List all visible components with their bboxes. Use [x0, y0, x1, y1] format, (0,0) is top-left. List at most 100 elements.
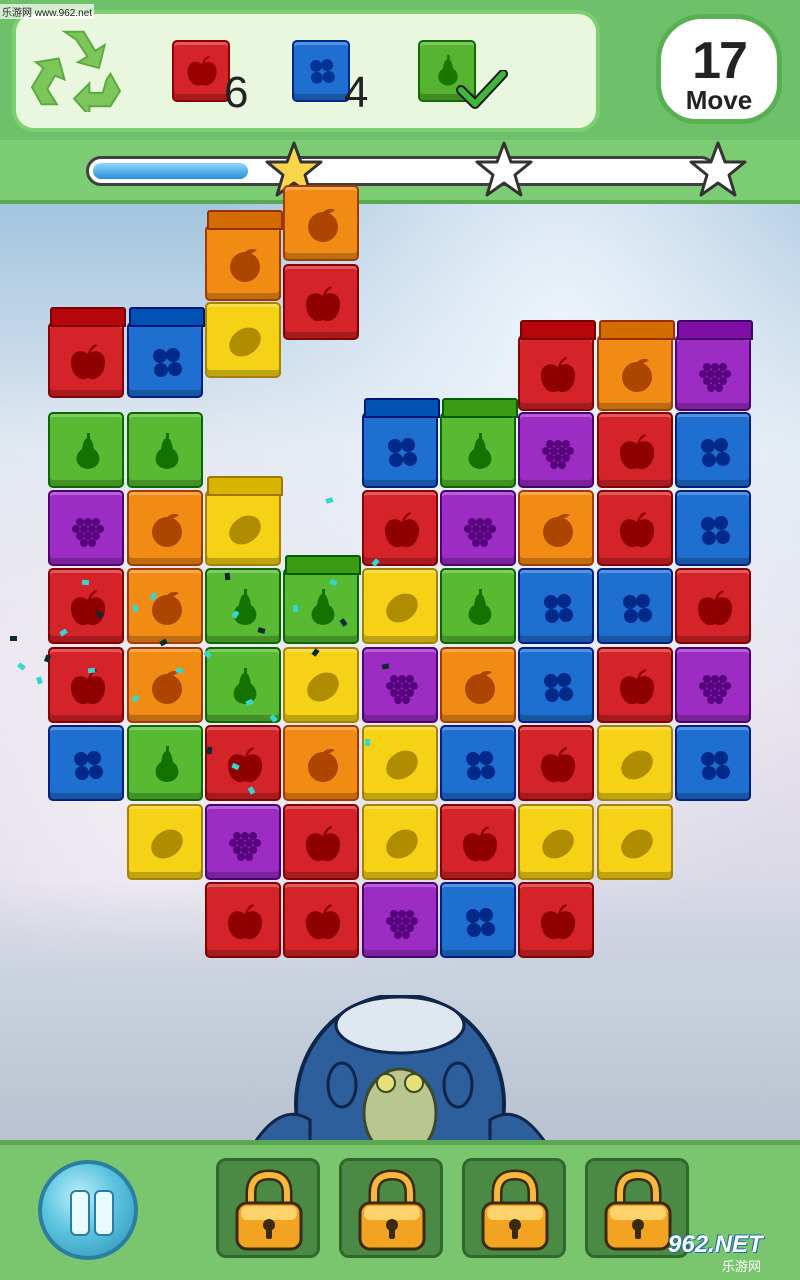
orange-icon [308, 208, 338, 242]
fruit-tile-orange[interactable] [127, 490, 203, 566]
apple-icon [462, 826, 498, 862]
fruit-tile-apple[interactable] [205, 882, 281, 958]
booster-slot-locked[interactable] [339, 1158, 443, 1258]
blueberry-icon [388, 438, 417, 467]
booster-slot-locked[interactable] [462, 1158, 566, 1258]
fruit-tile-orange[interactable] [127, 647, 203, 723]
fruit-tile-lemon[interactable] [597, 804, 673, 880]
blueberry-icon [701, 751, 730, 780]
fruit-tile-apple[interactable] [675, 568, 751, 644]
fruit-tile-blueberry[interactable] [597, 568, 673, 644]
fruit-tile-blueberry[interactable] [48, 725, 124, 801]
fruit-tile-apple[interactable] [48, 647, 124, 723]
site-watermark: 乐游网 www.962.net [0, 4, 95, 19]
fruit-tile-lemon[interactable] [362, 804, 438, 880]
fruit-tile-lemon[interactable] [518, 804, 594, 880]
fruit-tile-grape[interactable] [48, 490, 124, 566]
fruit-tile-lemon[interactable] [362, 725, 438, 801]
fruit-tile-orange[interactable] [127, 568, 203, 644]
fruit-tile-blueberry[interactable] [675, 490, 751, 566]
moves-counter: 17 Move [656, 14, 782, 124]
fruit-tile-grape[interactable] [518, 412, 594, 488]
fruit-tile-orange[interactable] [205, 225, 281, 301]
sparkle-particle [10, 636, 17, 641]
lemon-icon [621, 829, 653, 859]
blueberry-icon [701, 438, 730, 467]
fruit-tile-orange[interactable] [283, 725, 359, 801]
fruit-tile-grape[interactable] [362, 647, 438, 723]
orange-icon [622, 358, 652, 392]
fruit-tile-pear[interactable] [127, 412, 203, 488]
fruit-tile-apple[interactable] [362, 490, 438, 566]
progress-star-icon [475, 141, 533, 197]
fruit-tile-pear[interactable] [205, 568, 281, 644]
apple-icon [619, 434, 655, 470]
blueberry-icon [544, 673, 573, 702]
fruit-tile-apple[interactable] [597, 647, 673, 723]
fruit-tile-apple[interactable] [283, 804, 359, 880]
fruit-tile-pear[interactable] [440, 568, 516, 644]
fruit-tile-lemon[interactable] [597, 725, 673, 801]
fruit-tile-apple[interactable] [597, 412, 673, 488]
fruit-tile-orange[interactable] [597, 335, 673, 411]
padlock-icon [358, 1169, 426, 1251]
blueberry-icon [466, 908, 495, 937]
fruit-tile-apple[interactable] [518, 882, 594, 958]
orange-icon [465, 670, 495, 704]
fruit-tile-grape[interactable] [362, 882, 438, 958]
fruit-tile-apple[interactable] [283, 264, 359, 340]
fruit-tile-apple[interactable] [597, 490, 673, 566]
fruit-tile-orange[interactable] [440, 647, 516, 723]
fruit-tile-blueberry[interactable] [675, 412, 751, 488]
orange-icon [230, 248, 260, 282]
apple-icon [305, 826, 341, 862]
apple-icon [305, 904, 341, 940]
fruit-tile-blueberry[interactable] [127, 322, 203, 398]
fruit-tile-blueberry[interactable] [440, 725, 516, 801]
grape-icon [72, 518, 104, 547]
apple-icon [540, 747, 576, 783]
tile-lid [285, 555, 361, 575]
apple-icon [619, 669, 655, 705]
orange-icon [308, 748, 338, 782]
tile-lid [364, 398, 440, 418]
fruit-tile-blueberry[interactable] [675, 725, 751, 801]
fruit-tile-blueberry[interactable] [518, 647, 594, 723]
grape-icon [386, 675, 418, 704]
fruit-tile-blueberry[interactable] [440, 882, 516, 958]
grape-icon [699, 363, 731, 392]
fruit-tile-apple[interactable] [440, 804, 516, 880]
pear-icon [155, 433, 179, 469]
fruit-tile-pear[interactable] [205, 647, 281, 723]
apple-icon [697, 590, 733, 626]
blueberry-icon [544, 594, 573, 623]
pear-icon [233, 589, 257, 625]
fruit-tile-orange[interactable] [518, 490, 594, 566]
fruit-tile-grape[interactable] [440, 490, 516, 566]
fruit-tile-lemon[interactable] [362, 568, 438, 644]
fruit-tile-grape[interactable] [675, 647, 751, 723]
fruit-tile-lemon[interactable] [205, 302, 281, 378]
fruit-tile-apple[interactable] [518, 725, 594, 801]
fruit-tile-lemon[interactable] [283, 647, 359, 723]
fruit-tile-apple[interactable] [518, 335, 594, 411]
fruit-tile-blueberry[interactable] [362, 412, 438, 488]
fruit-tile-blueberry[interactable] [518, 568, 594, 644]
lemon-icon [229, 515, 261, 545]
pause-button[interactable] [38, 1160, 138, 1260]
fruit-tile-lemon[interactable] [127, 804, 203, 880]
grape-icon [699, 675, 731, 704]
fruit-tile-grape[interactable] [675, 335, 751, 411]
padlock-icon [481, 1169, 549, 1251]
fruit-tile-lemon[interactable] [205, 490, 281, 566]
fruit-tile-apple[interactable] [283, 882, 359, 958]
fruit-tile-orange[interactable] [283, 185, 359, 261]
fruit-tile-pear[interactable] [48, 412, 124, 488]
fruit-tile-apple[interactable] [205, 725, 281, 801]
fruit-tile-pear[interactable] [440, 412, 516, 488]
fruit-tile-grape[interactable] [205, 804, 281, 880]
booster-slot-locked[interactable] [216, 1158, 320, 1258]
fruit-tile-apple[interactable] [48, 322, 124, 398]
lemon-icon [386, 750, 418, 780]
fruit-tile-pear[interactable] [127, 725, 203, 801]
